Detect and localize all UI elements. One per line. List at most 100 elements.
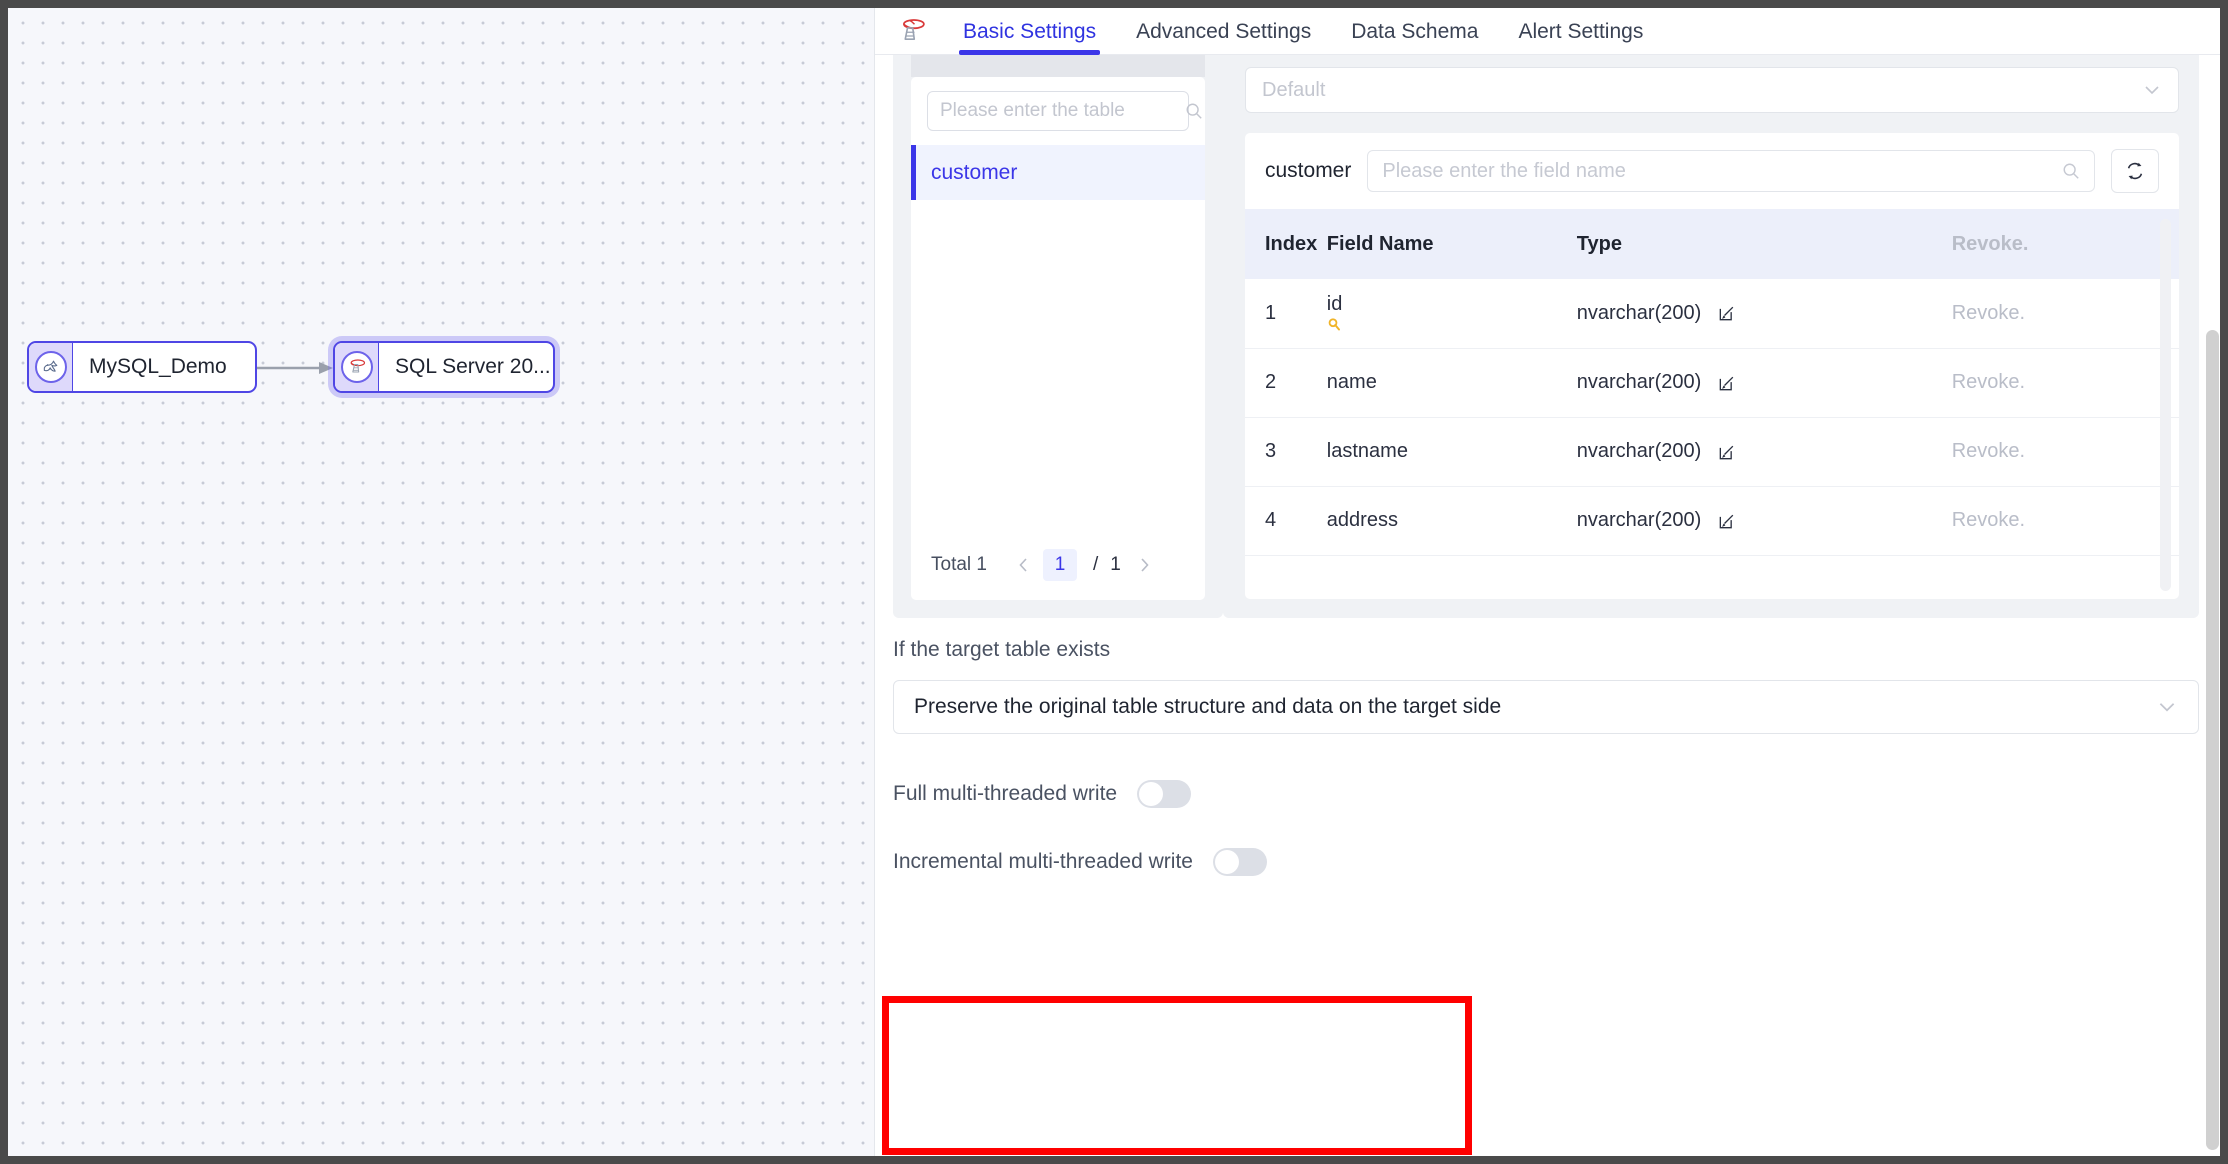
pager-total-pages: 1 bbox=[1110, 554, 1121, 575]
pager-total-label: Total 1 bbox=[931, 554, 987, 575]
settings-scroll-body: customer Total 1 1 / 1 bbox=[875, 55, 2220, 1156]
table-search-wrap bbox=[911, 77, 1205, 145]
flow-node-mysql[interactable]: MySQL_Demo bbox=[27, 341, 257, 393]
target-table-form: If the target table exists Preserve the … bbox=[893, 638, 2199, 882]
schema-select-value: Default bbox=[1262, 78, 1326, 101]
table-list-panel: customer Total 1 1 / 1 bbox=[893, 55, 1223, 618]
cell-type: nvarchar(200) bbox=[1576, 279, 1952, 349]
field-search-input[interactable] bbox=[1382, 159, 2062, 183]
sql-server-icon bbox=[340, 351, 373, 383]
fields-table-body: 1 id nvarchar(200) Revoke. 2 name nvarch… bbox=[1245, 279, 2179, 556]
fields-card: customer Please enter the field name Ind… bbox=[1245, 133, 2179, 599]
flow-canvas[interactable]: MySQL_Demo SQL Server 20... bbox=[8, 8, 874, 1156]
target-table-select[interactable]: Preserve the original table structure an… bbox=[893, 680, 2199, 734]
target-table-label: If the target table exists bbox=[893, 638, 1111, 661]
table-list-item-label: customer bbox=[931, 160, 1018, 184]
field-type-text: nvarchar(200) bbox=[1576, 509, 1702, 531]
fields-table-head: Index Field Name Type Revoke. bbox=[1245, 209, 2179, 279]
table-row[interactable]: 4 address nvarchar(200) Revoke. bbox=[1245, 486, 2179, 556]
pager-separator: / bbox=[1092, 554, 1099, 575]
toggle-row-incremental-write: Incremental multi-threaded write bbox=[893, 842, 2199, 882]
cell-type: nvarchar(200) bbox=[1576, 348, 1952, 418]
column-header-revoke: Revoke. bbox=[1951, 209, 2179, 279]
pager-current-page[interactable]: 1 bbox=[1042, 549, 1077, 581]
table-search-box[interactable] bbox=[927, 91, 1202, 131]
tab-basic-settings[interactable]: Basic Settings bbox=[943, 8, 1116, 55]
mysql-dolphin-icon bbox=[34, 351, 67, 383]
tab-data-schema[interactable]: Data Schema bbox=[1331, 8, 1498, 55]
search-icon bbox=[2063, 163, 2079, 179]
field-name-text: name bbox=[1326, 371, 1377, 393]
toggle-knob bbox=[1214, 850, 1239, 874]
tab-alert-settings[interactable]: Alert Settings bbox=[1498, 8, 1663, 55]
refresh-icon bbox=[2127, 162, 2143, 180]
cell-field-name: lastname bbox=[1326, 417, 1577, 487]
edit-icon[interactable] bbox=[1717, 303, 1737, 323]
toggle-knob bbox=[1139, 782, 1164, 806]
tab-bar: Basic Settings Advanced Settings Data Sc… bbox=[875, 8, 2220, 55]
cell-field-name: name bbox=[1326, 348, 1577, 418]
toggle-incremental-multithreaded-write[interactable] bbox=[1212, 848, 1267, 876]
toggle-full-multithreaded-write[interactable] bbox=[1137, 780, 1192, 808]
field-schema-panel: Default customer Please enter the field … bbox=[1223, 55, 2199, 618]
edit-icon[interactable] bbox=[1717, 442, 1737, 462]
field-name-text: id bbox=[1326, 292, 1343, 315]
field-type-text: nvarchar(200) bbox=[1576, 440, 1702, 462]
cell-index: 4 bbox=[1245, 486, 1327, 556]
connector-arrow-icon bbox=[257, 362, 333, 374]
cell-type: nvarchar(200) bbox=[1576, 486, 1952, 556]
schema-panels: customer Total 1 1 / 1 bbox=[893, 55, 2199, 618]
flow-node-label: SQL Server 20... bbox=[395, 355, 551, 378]
cell-index: 3 bbox=[1245, 417, 1327, 487]
cell-index: 2 bbox=[1245, 348, 1327, 418]
toggle-label-full-write: Full multi-threaded write bbox=[893, 782, 1118, 805]
selected-table-name: customer bbox=[1265, 159, 1352, 182]
node-icon-box bbox=[335, 343, 379, 391]
chevron-right-icon[interactable] bbox=[1129, 550, 1159, 580]
primary-key-icon bbox=[1327, 316, 1577, 334]
tab-advanced-settings[interactable]: Advanced Settings bbox=[1116, 8, 1331, 55]
edit-icon[interactable] bbox=[1717, 373, 1737, 393]
cell-field-name: id bbox=[1326, 279, 1577, 349]
panel-header-stub bbox=[911, 55, 1205, 77]
field-name-text: lastname bbox=[1326, 440, 1408, 462]
table-search-input[interactable] bbox=[940, 100, 1185, 122]
cell-revoke[interactable]: Revoke. bbox=[1951, 417, 2179, 487]
fields-header: customer bbox=[1245, 133, 2179, 209]
table-list: customer bbox=[911, 145, 1205, 530]
chevron-down-icon bbox=[2145, 86, 2159, 95]
table-row[interactable]: 3 lastname nvarchar(200) Revoke. bbox=[1245, 417, 2179, 487]
panel-scrollbar-thumb[interactable] bbox=[2206, 330, 2219, 1150]
multithread-toggles: Full multi-threaded write Incremental mu… bbox=[893, 774, 2199, 882]
refresh-button[interactable] bbox=[2111, 149, 2159, 193]
field-type-text: nvarchar(200) bbox=[1576, 371, 1702, 393]
target-table-select-value: Preserve the original table structure an… bbox=[914, 695, 1502, 718]
flow-node-sqlserver[interactable]: SQL Server 20... bbox=[333, 341, 555, 393]
cell-revoke[interactable]: Revoke. bbox=[1951, 348, 2179, 418]
table-row[interactable]: 2 name nvarchar(200) Revoke. bbox=[1245, 348, 2179, 418]
column-header-field-name: Field Name bbox=[1326, 209, 1577, 279]
cell-revoke[interactable]: Revoke. bbox=[1951, 486, 2179, 556]
node-icon-box bbox=[29, 343, 73, 391]
fields-table-scrollbar[interactable] bbox=[2160, 219, 2171, 591]
chevron-left-icon[interactable] bbox=[1009, 550, 1039, 580]
list-item[interactable]: customer bbox=[911, 145, 1205, 200]
column-header-type: Type bbox=[1576, 209, 1952, 279]
table-row[interactable]: 1 id nvarchar(200) Revoke. bbox=[1245, 279, 2179, 349]
schema-select[interactable]: Default bbox=[1245, 67, 2179, 113]
cell-revoke[interactable]: Revoke. bbox=[1951, 279, 2179, 349]
cell-index: 1 bbox=[1245, 279, 1327, 349]
screenshot-root: MySQL_Demo SQL Server 20... Basic Settin… bbox=[0, 0, 2228, 1164]
cell-type: nvarchar(200) bbox=[1576, 417, 1952, 487]
table-list-card: customer Total 1 1 / 1 bbox=[911, 77, 1205, 600]
field-name-text: address bbox=[1326, 509, 1398, 531]
chevron-down-icon bbox=[2159, 703, 2175, 712]
toggle-row-full-write: Full multi-threaded write bbox=[893, 774, 2199, 814]
edit-icon[interactable] bbox=[1717, 511, 1737, 531]
flow-node-label: MySQL_Demo bbox=[89, 355, 227, 378]
panel-scrollbar[interactable] bbox=[2204, 55, 2220, 1156]
table-list-pager: Total 1 1 / 1 bbox=[911, 530, 1205, 600]
field-search-box[interactable] bbox=[1367, 150, 2095, 192]
table-header-row: Index Field Name Type Revoke. bbox=[1245, 209, 2179, 279]
cell-field-name: address bbox=[1326, 486, 1577, 556]
